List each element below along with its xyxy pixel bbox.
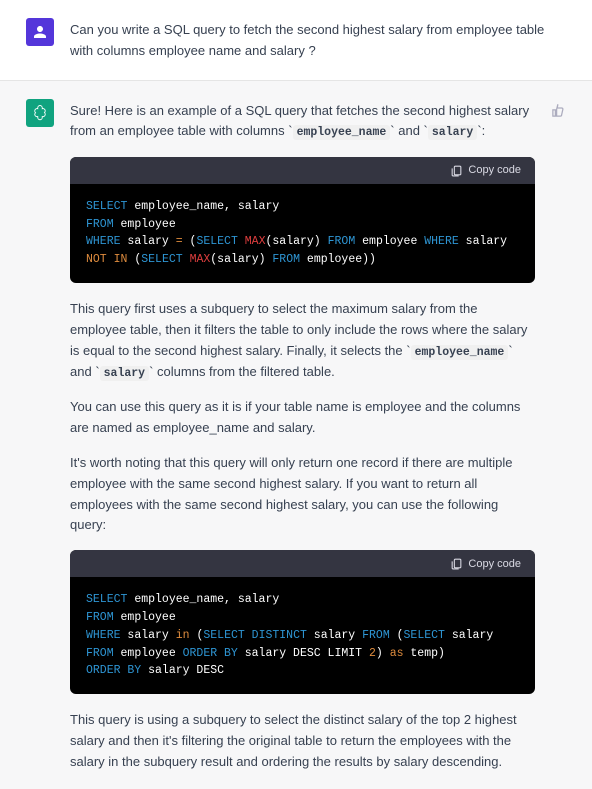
text: : xyxy=(482,123,486,138)
thumbs-up-icon[interactable] xyxy=(551,103,566,118)
intro-paragraph: Sure! Here is an example of a SQL query … xyxy=(70,101,535,143)
inline-code: employee_name xyxy=(293,125,391,140)
person-icon xyxy=(31,23,49,41)
code-block-1: Copy code SELECT employee_name, salary F… xyxy=(70,157,535,283)
inline-code: salary xyxy=(428,125,477,140)
text: and xyxy=(70,364,95,379)
assistant-avatar xyxy=(26,99,54,127)
inline-code: employee_name xyxy=(411,345,509,360)
clipboard-icon xyxy=(450,164,463,177)
copy-code-button[interactable]: Copy code xyxy=(450,164,521,177)
explain-paragraph-2: You can use this query as it is if your … xyxy=(70,397,535,439)
assistant-message: Sure! Here is an example of a SQL query … xyxy=(0,80,592,789)
code-header: Copy code xyxy=(70,157,535,184)
user-message: Can you write a SQL query to fetch the s… xyxy=(0,0,592,80)
copy-label: Copy code xyxy=(468,558,521,570)
text: and xyxy=(395,123,424,138)
user-content: Can you write a SQL query to fetch the s… xyxy=(70,18,566,62)
explain-paragraph-4: This query is using a subquery to select… xyxy=(70,710,535,772)
message-actions xyxy=(551,99,566,773)
text: columns from the filtered table. xyxy=(153,364,334,379)
explain-paragraph-1: This query first uses a subquery to sele… xyxy=(70,299,535,383)
copy-label: Copy code xyxy=(468,164,521,176)
user-text: Can you write a SQL query to fetch the s… xyxy=(70,20,566,62)
explain-paragraph-3: It's worth noting that this query will o… xyxy=(70,453,535,536)
code-body-1: SELECT employee_name, salary FROM employ… xyxy=(70,184,535,283)
code-block-2: Copy code SELECT employee_name, salary F… xyxy=(70,550,535,694)
code-header: Copy code xyxy=(70,550,535,577)
clipboard-icon xyxy=(450,557,463,570)
openai-icon xyxy=(31,104,49,122)
code-body-2: SELECT employee_name, salary FROM employ… xyxy=(70,577,535,694)
assistant-content: Sure! Here is an example of a SQL query … xyxy=(70,99,535,773)
user-avatar xyxy=(26,18,54,46)
inline-code: salary xyxy=(100,366,149,381)
copy-code-button[interactable]: Copy code xyxy=(450,557,521,570)
